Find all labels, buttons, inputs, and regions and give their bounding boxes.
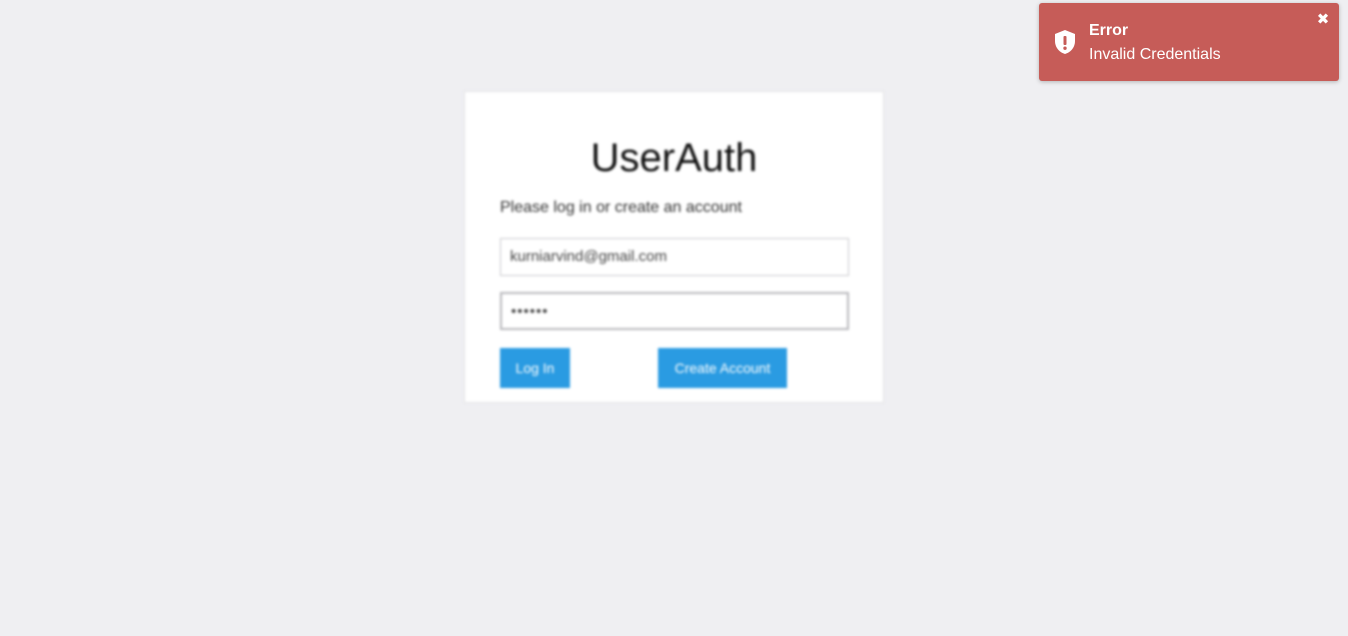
email-field[interactable]: kurniarvind@gmail.com xyxy=(500,238,849,276)
create-account-button[interactable]: Create Account xyxy=(658,348,787,388)
toast-title: Error xyxy=(1089,22,1129,39)
password-field[interactable]: •••••• xyxy=(500,292,849,330)
close-icon[interactable]: ✖ xyxy=(1316,12,1330,27)
shield-exclamation-icon xyxy=(1053,29,1077,55)
login-button[interactable]: Log In xyxy=(500,348,570,388)
login-subtitle: Please log in or create an account xyxy=(500,199,742,216)
page: UserAuth Please log in or create an acco… xyxy=(0,0,1348,636)
app-title: UserAuth xyxy=(590,136,758,180)
toast-message: Invalid Credentials xyxy=(1089,46,1221,63)
login-card: UserAuth Please log in or create an acco… xyxy=(464,91,884,403)
error-toast[interactable]: Error Invalid Credentials ✖ xyxy=(1039,3,1339,81)
